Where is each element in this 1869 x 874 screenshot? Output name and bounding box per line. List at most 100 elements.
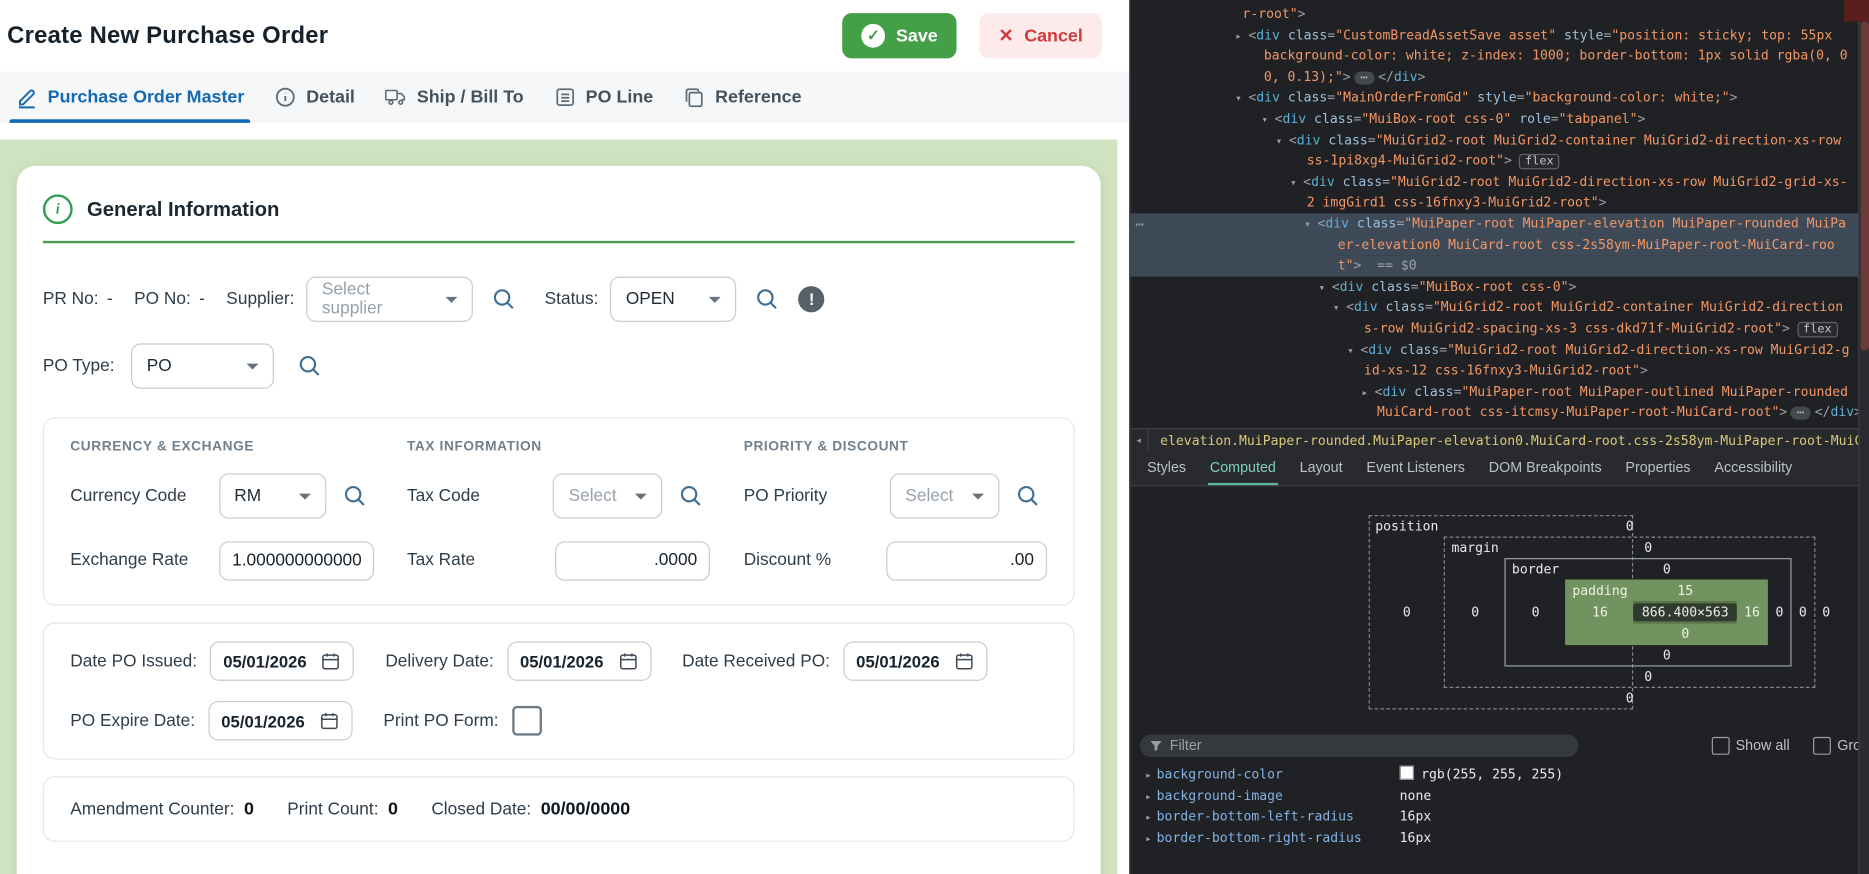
tax-code-search-button[interactable] bbox=[672, 477, 710, 515]
po-type-search-button[interactable] bbox=[291, 347, 329, 385]
po-type-select[interactable]: PO bbox=[131, 343, 274, 388]
computed-properties-list: ▸background-colorrgb(255, 255, 255)▸back… bbox=[1130, 764, 1869, 847]
info-icon: i bbox=[43, 194, 73, 224]
computed-property-row[interactable]: ▸border-bottom-right-radius16px bbox=[1130, 827, 1869, 848]
dom-tree-node[interactable]: ss-1pi8xg4-MuiGrid2-root">flex bbox=[1130, 150, 1869, 171]
exchange-rate-input[interactable] bbox=[219, 541, 374, 580]
dom-tree-node[interactable]: ▾<div class="MainOrderFromGd" style="bac… bbox=[1130, 87, 1869, 108]
filter-input[interactable]: Filter bbox=[1140, 734, 1578, 757]
alert-icon: ! bbox=[799, 286, 825, 312]
computed-property-row[interactable]: ▸background-colorrgb(255, 255, 255) bbox=[1130, 764, 1869, 785]
tab-reference[interactable]: Reference bbox=[677, 72, 807, 123]
tax-information-column: TAX INFORMATION Tax Code Select bbox=[407, 440, 710, 583]
calendar-icon bbox=[954, 651, 974, 671]
date-received-po-input[interactable]: 05/01/2026 bbox=[843, 641, 987, 680]
dom-tree-node[interactable]: ▸<div class="MuiPaper-root MuiPaper-outl… bbox=[1130, 381, 1869, 402]
dom-tree-node[interactable]: s-row MuiGrid2-spacing-xs-3 css-dkd71f-M… bbox=[1130, 318, 1869, 339]
calendar-icon bbox=[319, 711, 339, 731]
print-count-field: Print Count: 0 bbox=[287, 799, 398, 819]
computed-property-row[interactable]: ▸border-bottom-left-radius16px bbox=[1130, 806, 1869, 827]
status-select[interactable]: OPEN bbox=[610, 277, 736, 322]
dom-tree-node[interactable]: background-color: white; z-index: 1000; … bbox=[1130, 46, 1869, 67]
tab-ship-bill-to[interactable]: Ship / Bill To bbox=[379, 72, 530, 123]
search-icon bbox=[678, 483, 704, 509]
tab-detail[interactable]: Detail bbox=[268, 72, 361, 123]
dom-tree-node[interactable]: MuiCard-root css-itcmsy-MuiPaper-root-Mu… bbox=[1130, 402, 1869, 423]
devtools-tab-layout[interactable]: Layout bbox=[1288, 452, 1355, 485]
devtools-tab-computed[interactable]: Computed bbox=[1198, 452, 1288, 485]
devtools-panel: ⋯ r-root">▸<div class="CustomBreadAssetS… bbox=[1129, 0, 1869, 874]
discount-input[interactable] bbox=[886, 541, 1047, 580]
box-model-margin-ring: margin 0 0 border 0 0 padding 15 16 bbox=[1444, 537, 1815, 688]
devtools-tabs: StylesComputedLayoutEvent ListenersDOM B… bbox=[1130, 452, 1869, 487]
dom-tree-node[interactable]: t"> == $0 bbox=[1130, 255, 1869, 276]
dom-tree-node[interactable]: ▾<div class="MuiBox-root css-0" role="ta… bbox=[1130, 108, 1869, 129]
tax-code-select[interactable]: Select bbox=[553, 473, 663, 518]
box-model-diagram[interactable]: position 0 0 margin 0 0 border 0 0 paddi… bbox=[1368, 515, 1632, 709]
calendar-icon bbox=[321, 651, 341, 671]
breadcrumb[interactable]: elevation.MuiPaper-rounded.MuiPaper-elev… bbox=[1148, 429, 1869, 452]
box-model-content: 866.400×563 bbox=[1634, 601, 1737, 624]
tab-label: PO Line bbox=[586, 87, 654, 107]
search-icon bbox=[341, 483, 367, 509]
dom-tree-node[interactable]: ▾<div class="MuiGrid2-root MuiGrid2-cont… bbox=[1130, 129, 1869, 150]
tab-purchase-order-master[interactable]: Purchase Order Master bbox=[10, 72, 251, 123]
search-icon bbox=[491, 286, 517, 312]
save-button[interactable]: ✓ Save bbox=[842, 13, 956, 58]
dom-tree-node[interactable]: ▾<div class="MuiGrid2-root MuiGrid2-cont… bbox=[1130, 297, 1869, 318]
info-circle-icon bbox=[274, 86, 297, 109]
tab-label: Detail bbox=[306, 87, 355, 107]
dom-tree-node[interactable]: ▸<div class="CustomBreadAssetSave asset"… bbox=[1130, 25, 1869, 46]
dom-tree-node[interactable]: er-elevation0 MuiCard-root css-2s58ym-Mu… bbox=[1130, 234, 1869, 255]
devtools-tab-styles[interactable]: Styles bbox=[1135, 452, 1198, 485]
check-icon: ✓ bbox=[861, 24, 885, 48]
color-swatch bbox=[1400, 765, 1414, 779]
dom-tree-node[interactable]: r-root"> bbox=[1130, 4, 1869, 25]
currency-code-select[interactable]: RM bbox=[219, 473, 326, 518]
scrollbar-thumb[interactable] bbox=[1861, 21, 1869, 350]
computed-pane: position 0 0 margin 0 0 border 0 0 paddi… bbox=[1130, 515, 1869, 848]
devtools-tab-dom-breakpoints[interactable]: DOM Breakpoints bbox=[1477, 452, 1614, 485]
date-po-issued-field: Date PO Issued: 05/01/2026 bbox=[70, 641, 354, 680]
currency-search-button[interactable] bbox=[336, 477, 374, 515]
date-po-issued-input[interactable]: 05/01/2026 bbox=[210, 641, 354, 680]
section-divider bbox=[43, 241, 1075, 243]
dom-tree-node[interactable]: 2 imgGird1 css-16fnxy3-MuiGrid2-root"> bbox=[1130, 192, 1869, 213]
po-expire-date-input[interactable]: 05/01/2026 bbox=[208, 701, 352, 740]
breadcrumb-scroll-left-icon[interactable]: ◂ bbox=[1130, 429, 1148, 452]
more-actions-icon[interactable]: ⋯ bbox=[1135, 215, 1144, 235]
devtools-breadcrumb-bar: ◂ elevation.MuiPaper-rounded.MuiPaper-el… bbox=[1130, 428, 1869, 452]
cancel-button[interactable]: ✕ Cancel bbox=[979, 13, 1101, 58]
calendar-icon bbox=[618, 651, 638, 671]
print-po-form-checkbox[interactable] bbox=[512, 706, 542, 736]
supplier-search-button[interactable] bbox=[485, 280, 523, 318]
closed-date-field: Closed Date: 00/00/0000 bbox=[431, 799, 630, 819]
computed-property-row[interactable]: ▸background-imagenone bbox=[1130, 785, 1869, 806]
dom-tree-node[interactable]: ▾<div class="MuiPaper-root MuiPaper-elev… bbox=[1130, 213, 1869, 234]
dom-tree-node[interactable]: id-xs-12 css-16fnxy3-MuiGrid2-root"> bbox=[1130, 360, 1869, 381]
status-search-button[interactable] bbox=[749, 280, 787, 318]
supplier-select[interactable]: Select supplier bbox=[306, 277, 473, 322]
box-model-border-ring: border 0 0 padding 15 16 866.400×563 16 bbox=[1505, 558, 1792, 667]
tab-po-line[interactable]: PO Line bbox=[548, 72, 660, 123]
devtools-tab-accessibility[interactable]: Accessibility bbox=[1702, 452, 1804, 485]
checkbox-icon[interactable] bbox=[1813, 736, 1831, 754]
delivery-date-input[interactable]: 05/01/2026 bbox=[507, 641, 651, 680]
devtools-tab-properties[interactable]: Properties bbox=[1614, 452, 1703, 485]
checkbox-icon[interactable] bbox=[1712, 736, 1730, 754]
chevron-down-icon bbox=[247, 363, 259, 369]
page-title: Create New Purchase Order bbox=[7, 22, 328, 49]
po-priority-select[interactable]: Select bbox=[890, 473, 1000, 518]
app-header: Create New Purchase Order ✓ Save ✕ Cance… bbox=[0, 0, 1129, 72]
dom-tree-node[interactable]: ▾<div class="MuiBox-root css-0"> bbox=[1130, 276, 1869, 297]
devtools-scrollbar[interactable] bbox=[1858, 0, 1869, 874]
devtools-tab-event-listeners[interactable]: Event Listeners bbox=[1355, 452, 1477, 485]
supplier-field: Supplier: Select supplier bbox=[226, 277, 523, 322]
show-all-checkbox[interactable]: Show all bbox=[1712, 736, 1790, 754]
dom-tree-node[interactable]: ▾<div class="MuiGrid2-root MuiGrid2-dire… bbox=[1130, 171, 1869, 192]
tax-rate-input[interactable] bbox=[555, 541, 710, 580]
dom-tree-node[interactable]: ▾<div class="MuiGrid2-root MuiGrid2-dire… bbox=[1130, 339, 1869, 360]
po-priority-search-button[interactable] bbox=[1009, 477, 1047, 515]
dom-tree-node[interactable]: 0, 0.13);">⋯</div> bbox=[1130, 67, 1869, 88]
funnel-icon bbox=[1150, 739, 1163, 752]
